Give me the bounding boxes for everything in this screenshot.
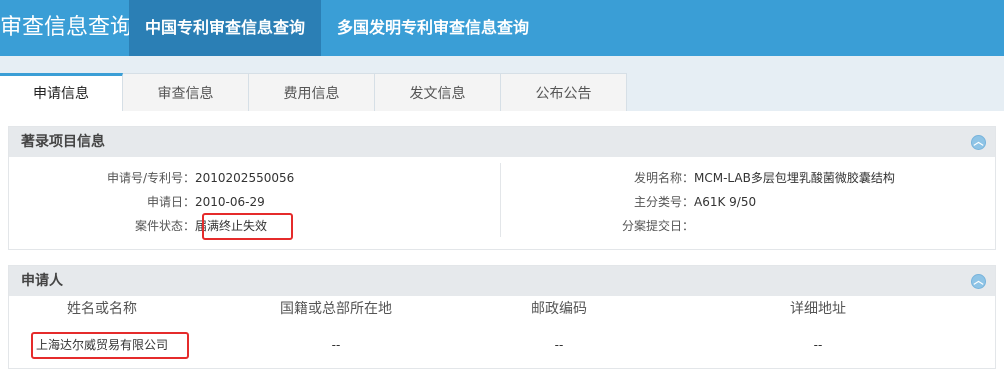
column-header-name: 姓名或名称: [67, 301, 137, 317]
bibliographic-panel: 著录项目信息 ︿ 申请号/专利号：2010202550056 申请日：2010-…: [8, 126, 996, 250]
field-label: 申请日：: [146, 195, 195, 209]
applicant-postal-code: --: [554, 338, 564, 352]
applicant-nationality: --: [331, 338, 341, 352]
table-header: 姓名或名称 国籍或总部所在地 邮政编码 详细地址: [9, 296, 995, 322]
highlight-box: [31, 332, 189, 359]
tab-fee-info[interactable]: 费用信息: [249, 73, 375, 111]
tab-application-info[interactable]: 申请信息: [0, 73, 123, 111]
field-value: A61K 9/50: [694, 195, 757, 209]
panel-title: 申请人: [21, 273, 63, 289]
field-value: 2010202550056: [195, 171, 295, 185]
field-label: 主分类号：: [633, 195, 694, 209]
field-label: 发明名称：: [633, 171, 694, 185]
column-header-nationality: 国籍或总部所在地: [280, 301, 392, 317]
highlight-box: [202, 213, 293, 240]
applicant-address: --: [813, 338, 823, 352]
field-label: 分案提交日：: [621, 219, 694, 233]
panel-header: 申请人 ︿: [9, 266, 995, 296]
top-header: 审查信息查询 中国专利审查信息查询 多国发明专利审查信息查询: [0, 0, 1004, 56]
panel-header: 著录项目信息 ︿: [9, 127, 995, 157]
tab-dispatch-info[interactable]: 发文信息: [375, 73, 501, 111]
tab-examination-info[interactable]: 审查信息: [123, 73, 249, 111]
divider: [500, 163, 501, 237]
chevron-up-icon[interactable]: ︿: [971, 274, 986, 289]
tab-bar: 申请信息 审查信息 费用信息 发文信息 公布公告: [0, 73, 627, 111]
applicant-panel: 申请人 ︿ 姓名或名称 国籍或总部所在地 邮政编码 详细地址 上海达尔威贸易有限…: [8, 265, 996, 369]
panel-title: 著录项目信息: [21, 134, 105, 150]
tab-publication-announcement[interactable]: 公布公告: [501, 73, 627, 111]
field-value: MCM-LAB多层包埋乳酸菌微胶囊结构: [694, 171, 895, 185]
nav-china-patent-query[interactable]: 中国专利审查信息查询: [129, 0, 322, 56]
column-header-address: 详细地址: [790, 301, 846, 317]
field-divisional-date: 分案提交日：: [510, 216, 694, 236]
chevron-up-icon[interactable]: ︿: [971, 135, 986, 150]
top-nav: 中国专利审查信息查询 多国发明专利审查信息查询: [129, 0, 545, 56]
nav-multinational-patent-query[interactable]: 多国发明专利审查信息查询: [321, 0, 545, 56]
field-main-classification: 主分类号：A61K 9/50: [510, 192, 756, 212]
field-label: 案件状态：: [134, 219, 195, 233]
field-invention-title: 发明名称：MCM-LAB多层包埋乳酸菌微胶囊结构: [510, 168, 895, 188]
field-application-date: 申请日：2010-06-29: [9, 192, 265, 212]
field-value: 2010-06-29: [195, 195, 265, 209]
field-label: 申请号/专利号：: [106, 171, 195, 185]
panel-body: 申请号/专利号：2010202550056 申请日：2010-06-29 案件状…: [9, 157, 995, 249]
column-header-postal-code: 邮政编码: [531, 301, 587, 317]
field-application-number: 申请号/专利号：2010202550056: [9, 168, 294, 188]
app-title: 审查信息查询: [0, 15, 133, 40]
